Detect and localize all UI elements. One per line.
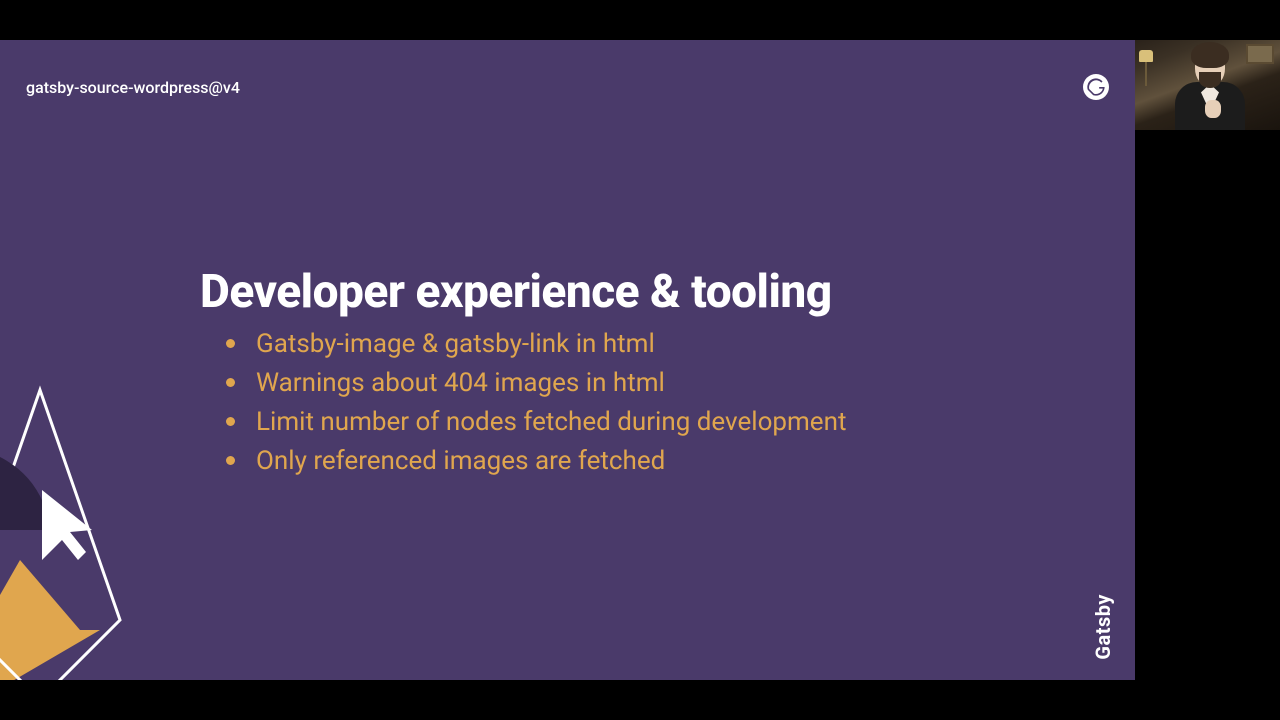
- lamp-prop: [1139, 50, 1153, 86]
- slide-content: Developer experience & tooling Gatsby-im…: [200, 265, 1015, 481]
- brand-wordmark: Gatsby: [1091, 594, 1115, 660]
- decorative-geometry: [0, 380, 220, 680]
- bullet-item: Warnings about 404 images in html: [200, 364, 1015, 403]
- presenter-webcam: [1135, 40, 1280, 130]
- slide-header: gatsby-source-wordpress@v4: [26, 74, 1109, 100]
- video-frame: gatsby-source-wordpress@v4: [0, 0, 1280, 720]
- presentation-slide: gatsby-source-wordpress@v4: [0, 40, 1135, 680]
- bullet-item: Only referenced images are fetched: [200, 442, 1015, 481]
- bullet-list: Gatsby-image & gatsby-link in html Warni…: [200, 325, 1015, 481]
- picture-frame-prop: [1246, 44, 1274, 64]
- context-label: gatsby-source-wordpress@v4: [26, 78, 240, 97]
- bullet-item: Gatsby-image & gatsby-link in html: [200, 325, 1015, 364]
- bullet-item: Limit number of nodes fetched during dev…: [200, 403, 1015, 442]
- presenter-figure: [1175, 48, 1245, 130]
- gatsby-logo-icon: [1083, 74, 1109, 100]
- slide-title: Developer experience & tooling: [200, 265, 1015, 319]
